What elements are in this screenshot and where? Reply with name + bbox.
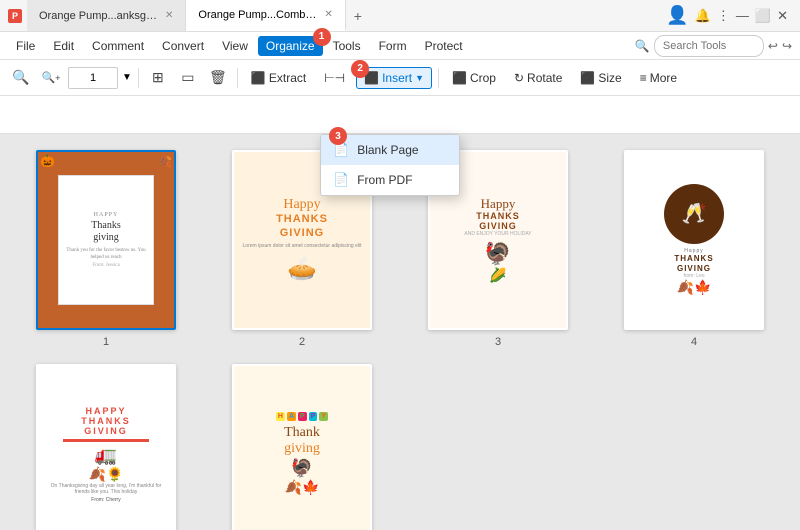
menu-form[interactable]: Form bbox=[371, 36, 415, 56]
size-button[interactable]: ⬛ Size bbox=[573, 68, 628, 88]
pdf-page-6[interactable]: H A P P Y Thank giving 🦃 🍂🍁 6 bbox=[212, 364, 392, 530]
tab-bar: P Orange Pump...anksgiving.pdf ✕ Orange … bbox=[8, 0, 666, 31]
pdf-page-1[interactable]: HAPPY Thanks giving Thank you for the fa… bbox=[16, 150, 196, 348]
single-page-button[interactable]: ▭ bbox=[175, 65, 201, 91]
rotate-icon: ↻ bbox=[514, 71, 524, 85]
app-icon: P bbox=[8, 9, 22, 23]
more-button[interactable]: ≡ More bbox=[633, 68, 684, 88]
from-pdf-icon: 📄 bbox=[333, 172, 349, 188]
insert-dropdown-icon: ▼ bbox=[415, 73, 424, 83]
extract-icon: ⬛ bbox=[251, 71, 266, 85]
menu-file[interactable]: File bbox=[8, 36, 43, 56]
split-button[interactable]: ⊢⊣ bbox=[317, 68, 352, 88]
undo-button[interactable]: ↩ bbox=[768, 39, 778, 53]
tab-2-label: Orange Pump...Combine.pdf bbox=[198, 9, 318, 21]
tab-1[interactable]: Orange Pump...anksgiving.pdf ✕ bbox=[27, 0, 186, 31]
step-badge-3: 3 bbox=[329, 127, 347, 145]
pdf-thumb-4[interactable]: 🥂 Happy THANKSGIVING from: Leo 🍂🍁 bbox=[624, 150, 764, 330]
zoom-out-button[interactable]: 🔍 bbox=[8, 65, 34, 91]
toolbar-sep-1 bbox=[138, 68, 139, 88]
insert-button-top[interactable]: ⬛ Insert ▼ 2 bbox=[356, 67, 432, 89]
titlebar: P Orange Pump...anksgiving.pdf ✕ Orange … bbox=[0, 0, 800, 32]
more-options-icon[interactable]: ⋮ bbox=[717, 8, 730, 24]
page-layout-button[interactable]: ⊞ bbox=[145, 65, 171, 91]
step-badge-1: 1 bbox=[313, 28, 331, 46]
tab-2[interactable]: Orange Pump...Combine.pdf ✕ bbox=[186, 0, 345, 31]
crop-button[interactable]: ⬛ Crop bbox=[445, 68, 503, 88]
extract-button[interactable]: ⬛ Extract bbox=[244, 68, 313, 88]
page-num-2: 2 bbox=[299, 336, 305, 348]
titlebar-right: 👤 🔔 ⋮ — ⬜ ✕ bbox=[666, 5, 792, 26]
crop-icon: ⬛ bbox=[452, 71, 467, 85]
insert-dropdown-menu: 📄 Blank Page 📄 From PDF 3 bbox=[320, 134, 460, 196]
delete-button[interactable]: 🗑 bbox=[205, 65, 231, 91]
tab-1-label: Orange Pump...anksgiving.pdf bbox=[39, 10, 159, 22]
from-pdf-option[interactable]: 📄 From PDF bbox=[321, 165, 459, 195]
pdf-thumb-5[interactable]: HAPPY THANKSGIVING 🚛 🍂🌻 On Thanksgiving … bbox=[36, 364, 176, 530]
avatar-icon[interactable]: 👤 bbox=[666, 5, 688, 26]
toolbar-sep-3 bbox=[438, 68, 439, 88]
step-badge-2: 2 bbox=[351, 60, 369, 78]
main-toolbar: 🔍 🔍+ ▼ ⊞ ▭ 🗑 ⬛ Extract ⊢⊣ ⬛ Insert ▼ 2 ⬛… bbox=[0, 60, 800, 96]
minimize-button[interactable]: — bbox=[736, 8, 749, 23]
size-icon: ⬛ bbox=[580, 71, 595, 85]
maximize-button[interactable]: ⬜ bbox=[755, 8, 771, 24]
close-button[interactable]: ✕ bbox=[777, 8, 788, 24]
more-icon: ≡ bbox=[640, 71, 647, 85]
redo-button[interactable]: ↪ bbox=[782, 39, 792, 53]
rotate-button[interactable]: ↻ Rotate bbox=[507, 68, 569, 88]
add-tab-button[interactable]: + bbox=[346, 8, 370, 24]
pdf-page-5[interactable]: HAPPY THANKSGIVING 🚛 🍂🌻 On Thanksgiving … bbox=[16, 364, 196, 530]
search-tools-input[interactable] bbox=[654, 35, 764, 57]
page-num-4: 4 bbox=[691, 336, 697, 348]
pdf-thumb-1[interactable]: HAPPY Thanks giving Thank you for the fa… bbox=[36, 150, 176, 330]
menu-comment[interactable]: Comment bbox=[84, 36, 152, 56]
search-icon: 🔍 bbox=[635, 39, 650, 53]
menubar: File Edit Comment Convert View Organize … bbox=[0, 32, 800, 60]
zoom-input[interactable] bbox=[68, 67, 118, 89]
page-num-3: 3 bbox=[495, 336, 501, 348]
menu-organize[interactable]: Organize 1 bbox=[258, 36, 323, 56]
pdf-page-grid: HAPPY Thanks giving Thank you for the fa… bbox=[16, 150, 784, 530]
menu-view[interactable]: View bbox=[214, 36, 256, 56]
menu-convert[interactable]: Convert bbox=[154, 36, 212, 56]
menu-tools[interactable]: Tools bbox=[325, 36, 369, 56]
zoom-dropdown-icon[interactable]: ▼ bbox=[122, 72, 132, 83]
pdf-page-4[interactable]: 🥂 Happy THANKSGIVING from: Leo 🍂🍁 4 bbox=[604, 150, 784, 348]
tab-1-close[interactable]: ✕ bbox=[165, 10, 173, 21]
tab-2-close[interactable]: ✕ bbox=[324, 9, 332, 20]
split-icon: ⊢⊣ bbox=[324, 71, 345, 85]
notification-icon[interactable]: 🔔 bbox=[695, 8, 711, 24]
organize-toolbar: 📄 Blank Page 📄 From PDF 3 bbox=[0, 96, 800, 134]
menu-protect[interactable]: Protect bbox=[417, 36, 471, 56]
pdf-thumb-6[interactable]: H A P P Y Thank giving 🦃 🍂🍁 bbox=[232, 364, 372, 530]
search-tools-area: 🔍 ↩ ↪ bbox=[635, 35, 792, 57]
toolbar-sep-2 bbox=[237, 68, 238, 88]
menu-edit[interactable]: Edit bbox=[45, 36, 82, 56]
zoom-in-button[interactable]: 🔍+ bbox=[38, 65, 64, 91]
page-num-1: 1 bbox=[103, 336, 109, 348]
